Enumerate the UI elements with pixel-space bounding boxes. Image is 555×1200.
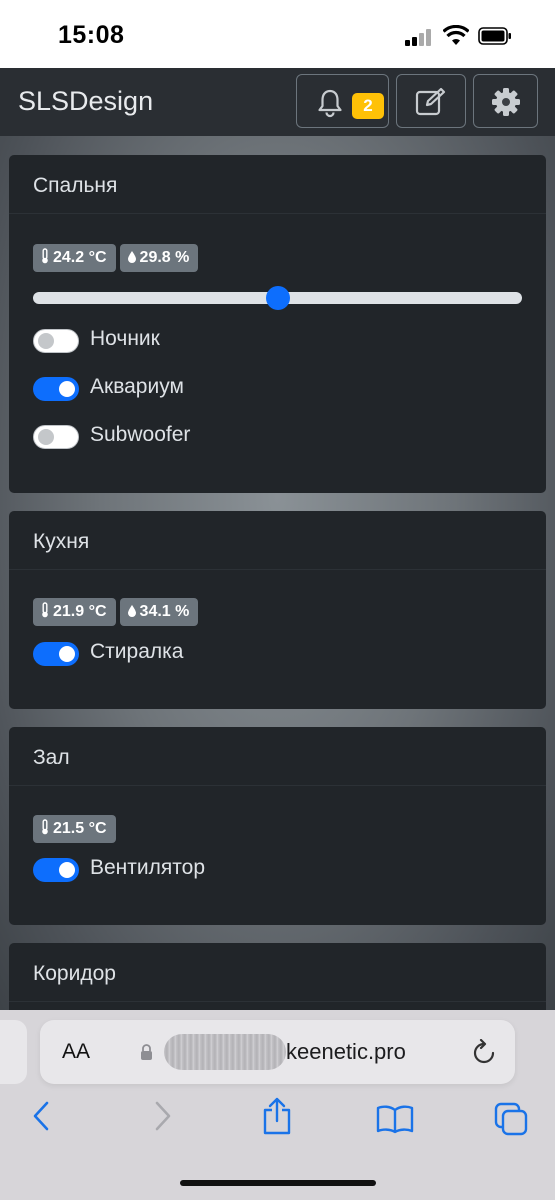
redacted-subdomain [164,1034,286,1070]
room-title: Зал [9,727,546,786]
temperature-badge: 24.2 °C [33,244,116,272]
sensor-badges: 24.2 °C 29.8 % [33,244,202,272]
bell-icon [318,89,342,118]
forward-icon[interactable] [150,1100,174,1132]
switch-label: Subwoofer [90,423,191,446]
toggle-switch[interactable] [33,329,79,353]
switch-label: Ночник [90,327,160,350]
toggle-switch[interactable] [33,858,79,882]
previous-tab-preview[interactable] [0,1020,27,1084]
sensor-badges: 21.9 °C 34.1 % [33,598,202,626]
toggle-switch[interactable] [33,377,79,401]
humidity-badge: 34.1 % [119,598,199,626]
humidity-value: 34.1 % [139,603,190,620]
switch-label: Вентилятор [90,856,205,879]
aa-label: AA [62,1040,91,1063]
dimmer-slider[interactable] [33,286,522,310]
edit-icon [415,87,446,116]
slider-thumb[interactable] [265,286,290,310]
room-title: Спальня [9,155,546,214]
room-title: Коридор [9,943,546,1002]
toggle-switch[interactable] [33,642,79,666]
temperature-value: 21.5 °C [53,820,107,837]
status-time: 15:08 [58,21,125,49]
thermometer-icon [42,602,48,618]
navbar: SLSDesign 2 [0,68,555,136]
room-card-bedroom: Спальня 24.2 °C 29.8 % Ночник Аквариум S… [9,155,546,493]
reload-icon[interactable] [472,1039,496,1065]
wifi-icon [443,25,469,45]
room-title: Кухня [9,511,546,570]
tabs-icon[interactable] [494,1102,528,1136]
web-page: SLSDesign 2 Спальня 24.2 °C 29.8 % Ночни… [0,68,555,1020]
url-domain: keenetic.pro [286,1039,406,1064]
gear-icon [492,88,520,116]
status-bar: 15:08 [0,0,555,68]
switch-label: Стиралка [90,640,184,663]
notification-count-badge: 2 [352,93,384,119]
back-icon[interactable] [30,1100,54,1132]
notifications-button[interactable]: 2 [296,74,389,128]
temperature-badge: 21.9 °C [33,598,116,626]
humidity-badge: 29.8 % [119,244,199,272]
address-bar[interactable]: AA keenetic.pro [40,1020,515,1084]
bookmarks-icon[interactable] [376,1104,414,1134]
temperature-badge: 21.5 °C [33,815,116,843]
thermometer-icon [42,819,48,835]
temperature-value: 21.9 °C [53,603,107,620]
browser-toolbar: AA keenetic.pro [0,1010,555,1200]
sensor-badges: 21.5 °C [33,815,120,843]
droplet-icon [127,605,136,617]
room-card-kitchen: Кухня 21.9 °C 34.1 % Стиралка [9,511,546,709]
brand-title[interactable]: SLSDesign [18,86,153,117]
lock-icon [141,1044,152,1060]
settings-button[interactable] [473,74,538,128]
reader-aa-button[interactable]: AA [62,1040,90,1064]
share-icon[interactable] [262,1096,292,1136]
droplet-icon [127,251,136,263]
room-card-hall: Зал 21.5 °C Вентилятор [9,727,546,925]
switch-label: Аквариум [90,375,184,398]
home-indicator [180,1180,376,1186]
battery-icon [478,27,511,45]
temperature-value: 24.2 °C [53,249,107,266]
toggle-switch[interactable] [33,425,79,449]
thermometer-icon [42,248,48,264]
edit-button[interactable] [396,74,466,128]
cellular-signal-icon [405,28,435,46]
humidity-value: 29.8 % [139,249,190,266]
room-card-corridor: Коридор [9,943,546,1020]
